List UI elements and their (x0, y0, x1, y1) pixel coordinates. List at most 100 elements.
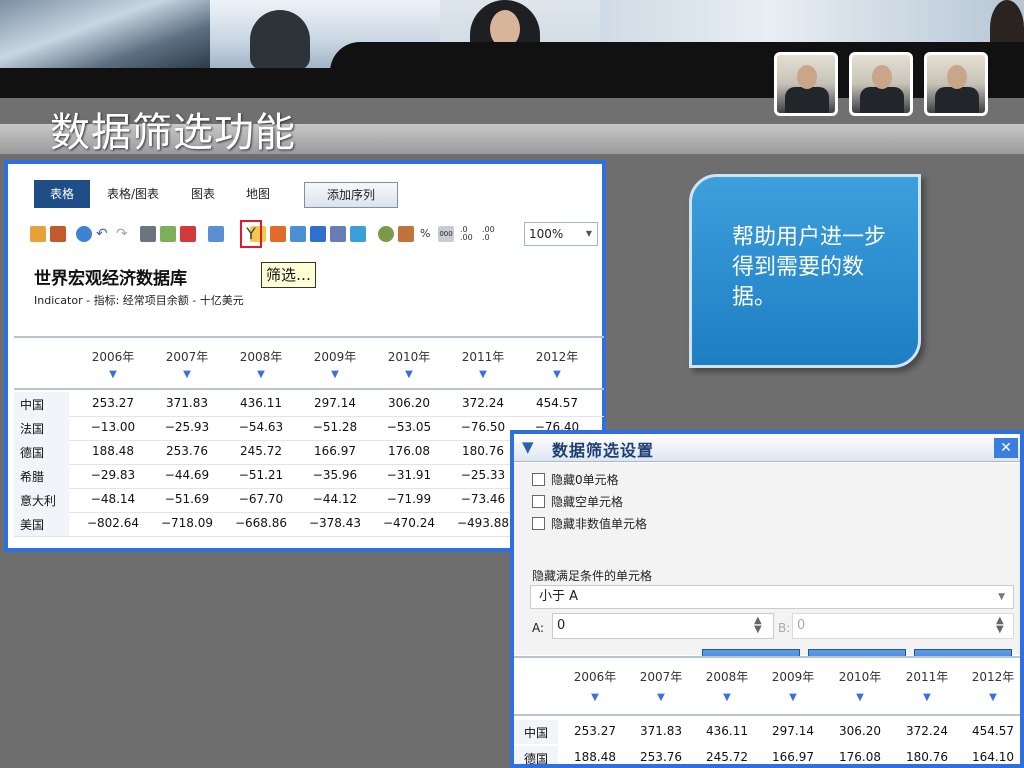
copy-icon[interactable] (160, 226, 176, 242)
year-header[interactable]: 2006年 (78, 348, 148, 365)
table-cell[interactable]: 188.48 (562, 750, 628, 764)
table-cell[interactable]: −53.05 (374, 420, 444, 434)
year-header[interactable]: 2011年 (894, 668, 960, 685)
sort-icon[interactable]: ▼ (628, 692, 694, 703)
sort-icon[interactable]: ▼ (374, 369, 444, 380)
table-cell[interactable]: −54.63 (226, 420, 296, 434)
table-cell[interactable]: 371.83 (628, 724, 694, 738)
table-cell[interactable]: −25.33 (448, 468, 518, 482)
table-cell[interactable]: −44.12 (300, 492, 370, 506)
columns-icon[interactable] (310, 226, 326, 242)
table-cell[interactable]: 372.24 (448, 396, 518, 410)
sort-icon[interactable]: ▼ (562, 692, 628, 703)
table-cell[interactable]: 245.72 (226, 444, 296, 458)
value-b-input[interactable]: 0 (792, 613, 1014, 639)
sort-icon[interactable]: ▼ (694, 692, 760, 703)
table-cell[interactable]: 306.20 (374, 396, 444, 410)
zoom-select[interactable]: 100% ▼ (524, 222, 598, 246)
sort-icon[interactable]: ▼ (300, 369, 370, 380)
redo-icon[interactable]: ↷ (116, 226, 132, 242)
table-cell[interactable]: 166.97 (760, 750, 826, 764)
sort-icon[interactable]: ▼ (226, 369, 296, 380)
year-header[interactable]: 2009年 (760, 668, 826, 685)
table-cell[interactable]: 372.24 (894, 724, 960, 738)
table-cell[interactable]: 306.20 (827, 724, 893, 738)
table-cell[interactable]: −493.88 (448, 516, 518, 530)
decimal-decrease-icon[interactable]: .00.0 (482, 226, 498, 242)
sort-icon[interactable]: ▼ (152, 369, 222, 380)
year-header[interactable]: 2010年 (827, 668, 893, 685)
filter-icon[interactable]: Y (244, 224, 258, 244)
year-header[interactable]: 2006年 (562, 668, 628, 685)
pdf-icon[interactable] (180, 226, 196, 242)
table-cell[interactable]: 297.14 (760, 724, 826, 738)
bar-icon[interactable] (350, 226, 366, 242)
year-header[interactable]: 2008年 (226, 348, 296, 365)
decimal-increase-icon[interactable]: .0.00 (460, 226, 476, 242)
hide-empty-checkbox[interactable] (532, 495, 545, 508)
save-icon[interactable] (50, 226, 66, 242)
year-header[interactable]: 2008年 (694, 668, 760, 685)
print-icon[interactable] (140, 226, 156, 242)
table-cell[interactable]: −802.64 (78, 516, 148, 530)
layout-icon[interactable] (208, 226, 224, 242)
table-cell[interactable]: 454.57 (522, 396, 592, 410)
tools-icon[interactable] (378, 226, 394, 242)
sort-icon[interactable]: ▼ (760, 692, 826, 703)
close-button[interactable]: ✕ (994, 438, 1018, 458)
table-cell[interactable]: −668.86 (226, 516, 296, 530)
table-cell[interactable]: 176.08 (827, 750, 893, 764)
chart-icon[interactable] (330, 226, 346, 242)
table-cell[interactable]: −29.83 (78, 468, 148, 482)
table-cell[interactable]: −13.00 (78, 420, 148, 434)
tab-table[interactable]: 表格 (34, 180, 90, 208)
table-cell[interactable]: −51.69 (152, 492, 222, 506)
hide-zero-checkbox[interactable] (532, 473, 545, 486)
year-header[interactable]: 2012年 (960, 668, 1020, 685)
export-icon[interactable] (30, 226, 46, 242)
table-cell[interactable]: 253.76 (628, 750, 694, 764)
sort-icon[interactable]: ▼ (522, 369, 592, 380)
table-cell[interactable]: 436.11 (694, 724, 760, 738)
table-cell[interactable]: −31.91 (374, 468, 444, 482)
table-cell[interactable]: 253.76 (152, 444, 222, 458)
value-b-stepper[interactable]: ▲ ▼ (996, 616, 1004, 635)
sort-icon[interactable]: ▼ (960, 692, 1020, 703)
year-header[interactable]: 2007年 (628, 668, 694, 685)
sort-icon[interactable]: ▼ (78, 369, 148, 380)
table-cell[interactable]: −71.99 (374, 492, 444, 506)
percent-icon[interactable]: % (420, 226, 436, 242)
year-header[interactable]: 2011年 (448, 348, 518, 365)
table-cell[interactable]: 180.76 (894, 750, 960, 764)
table-cell[interactable]: −378.43 (300, 516, 370, 530)
table-cell[interactable]: 166.97 (300, 444, 370, 458)
condition-select[interactable]: 小于 A ▼ (530, 585, 1014, 609)
table-cell[interactable]: −73.46 (448, 492, 518, 506)
tab-table-chart[interactable]: 表格/图表 (98, 180, 168, 208)
table-cell[interactable]: 180.76 (448, 444, 518, 458)
table-cell[interactable]: 176.08 (374, 444, 444, 458)
table-cell[interactable]: 188.48 (78, 444, 148, 458)
table-cell[interactable]: −25.93 (152, 420, 222, 434)
table-cell[interactable]: 436.11 (226, 396, 296, 410)
year-header[interactable]: 2009年 (300, 348, 370, 365)
table-cell[interactable]: 253.27 (562, 724, 628, 738)
table-cell[interactable]: −470.24 (374, 516, 444, 530)
table-cell[interactable]: −718.09 (152, 516, 222, 530)
table-cell[interactable]: −76.50 (448, 420, 518, 434)
table-cell[interactable]: 253.27 (78, 396, 148, 410)
table-cell[interactable]: 454.57 (960, 724, 1020, 738)
sort-icon[interactable]: ▼ (827, 692, 893, 703)
thousands-icon[interactable]: 000 (438, 226, 454, 242)
table-cell[interactable]: 164.10 (960, 750, 1020, 764)
tab-map[interactable]: 地图 (238, 180, 278, 208)
table-cell[interactable]: 371.83 (152, 396, 222, 410)
table-cell[interactable]: 245.72 (694, 750, 760, 764)
table-cell[interactable]: −51.28 (300, 420, 370, 434)
year-header[interactable]: 2010年 (374, 348, 444, 365)
refresh-icon[interactable] (76, 226, 92, 242)
tab-chart[interactable]: 图表 (180, 180, 226, 208)
table-cell[interactable]: 297.14 (300, 396, 370, 410)
calc-icon[interactable] (398, 226, 414, 242)
table-cell[interactable]: −48.14 (78, 492, 148, 506)
